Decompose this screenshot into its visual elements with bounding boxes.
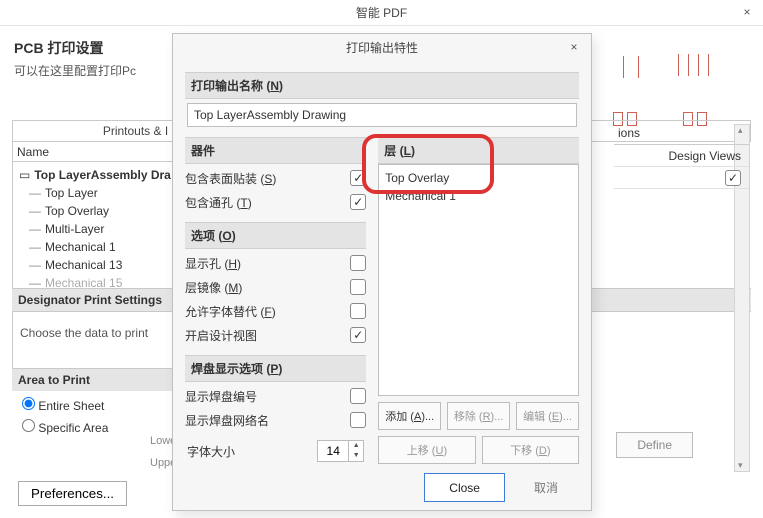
define-button[interactable]: Define — [616, 432, 693, 458]
window-title: 智能 PDF — [356, 6, 407, 20]
font-size-label: 字体大小 — [187, 443, 235, 460]
design-views-check[interactable] — [614, 167, 749, 189]
components-header: 器件 — [185, 137, 366, 164]
design-views-row[interactable]: Design Views — [614, 145, 749, 167]
mirror-layer-checkbox[interactable] — [350, 279, 366, 295]
move-up-button[interactable]: 上移 (U) — [378, 436, 475, 464]
add-layer-button[interactable]: 添加 (A)... — [378, 402, 441, 430]
output-name-header: 打印输出名称 (N) — [185, 72, 579, 99]
spin-up-icon[interactable]: ▲ — [349, 441, 363, 451]
dialog-title: 打印输出特性 — [346, 41, 418, 55]
design-views-checkbox[interactable] — [725, 170, 741, 186]
font-size-input[interactable] — [318, 441, 348, 461]
dialog-close-icon[interactable]: × — [565, 38, 583, 56]
layers-header: 层 (L) — [378, 137, 579, 164]
include-through-hole-checkbox[interactable] — [350, 194, 366, 210]
layers-listbox[interactable]: Top OverlayMechanical 1 — [378, 164, 579, 396]
include-smt-checkbox[interactable] — [350, 170, 366, 186]
choose-data-label: Choose the data to print — [20, 326, 148, 340]
area-entire-sheet-radio[interactable]: Entire Sheet — [22, 397, 182, 413]
options-header: 选项 (O) — [185, 222, 366, 249]
output-name-input[interactable] — [187, 103, 577, 127]
show-holes-checkbox[interactable] — [350, 255, 366, 271]
show-pad-number-checkbox[interactable] — [350, 388, 366, 404]
area-print-header: Area to Print — [12, 368, 192, 391]
layer-item[interactable]: Top Overlay — [385, 169, 572, 187]
preferences-button[interactable]: Preferences... — [18, 481, 127, 506]
remove-layer-button[interactable]: 移除 (R)... — [447, 402, 510, 430]
window-close-icon[interactable]: × — [737, 2, 757, 22]
spin-down-icon[interactable]: ▼ — [349, 451, 363, 461]
allow-font-sub-checkbox[interactable] — [350, 303, 366, 319]
cancel-button[interactable]: 取消 — [515, 473, 577, 502]
pad-display-header: 焊盘显示选项 (P) — [185, 355, 366, 382]
font-size-spinner[interactable]: ▲▼ — [317, 440, 364, 462]
edit-layer-button[interactable]: 编辑 (E)... — [516, 402, 579, 430]
close-button[interactable]: Close — [424, 473, 505, 502]
enable-design-view-checkbox[interactable] — [350, 327, 366, 343]
layer-item[interactable]: Mechanical 1 — [385, 187, 572, 205]
move-down-button[interactable]: 下移 (D) — [482, 436, 579, 464]
views-header: ions — [614, 124, 749, 145]
window-title-bar: 智能 PDF × — [0, 0, 763, 26]
print-output-properties-dialog: 打印输出特性 × 打印输出名称 (N) 器件 包含表面贴装 (S) 包含通孔 (… — [172, 33, 592, 511]
show-pad-netname-checkbox[interactable] — [350, 412, 366, 428]
